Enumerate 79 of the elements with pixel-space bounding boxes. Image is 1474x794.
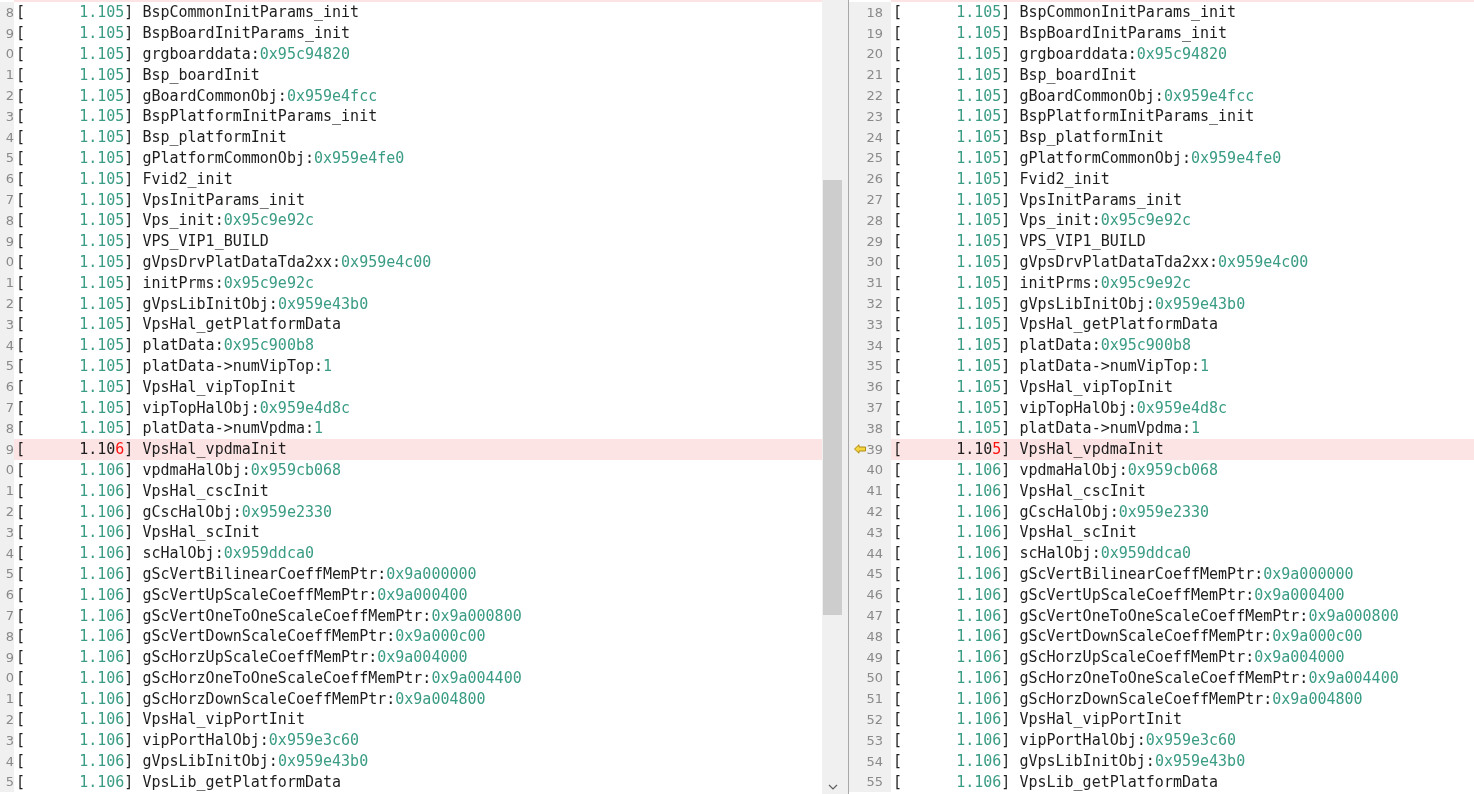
line-number: 52	[866, 712, 883, 727]
line-number: 2	[5, 296, 14, 312]
line-number: 55	[866, 774, 883, 790]
line-number: 44	[866, 545, 883, 561]
line-number: 8	[5, 628, 14, 644]
line-number: 31	[866, 275, 883, 291]
line-number: 35	[866, 358, 883, 374]
line-number: 49	[866, 649, 883, 665]
line-number: 45	[866, 566, 883, 582]
line-number: 9	[5, 441, 14, 457]
line-number: 6	[5, 379, 14, 395]
line-number: 1	[5, 67, 14, 83]
line-number: 22	[866, 88, 883, 104]
line-number: 39	[866, 441, 883, 457]
line-number: 5	[5, 566, 14, 582]
line-number: 3	[5, 316, 14, 332]
line-number: 37	[866, 400, 883, 416]
line-number: 38	[866, 420, 883, 436]
line-number: 50	[866, 670, 883, 686]
line-number: 29	[866, 233, 883, 249]
line-number: 1	[5, 483, 14, 499]
line-number: 6	[5, 587, 14, 603]
line-number: 42	[866, 504, 883, 519]
line-number: 5	[5, 150, 14, 166]
line-number: 28	[866, 212, 883, 228]
line-number: 34	[866, 337, 883, 353]
line-number: 25	[866, 150, 883, 166]
line-number: 5	[5, 358, 14, 374]
line-number: 27	[866, 192, 883, 208]
line-number: 9	[5, 25, 14, 41]
vertical-scrollbar[interactable]	[822, 0, 843, 794]
line-number: 23	[866, 108, 883, 124]
line-number: 0	[5, 462, 14, 478]
line-number: 8	[5, 420, 14, 436]
line-number: 9	[5, 233, 14, 249]
line-number: 9	[5, 649, 14, 665]
line-number: 0	[5, 670, 14, 686]
line-number: 2	[5, 504, 14, 519]
line-number: 0	[5, 46, 14, 62]
line-number: 33	[866, 316, 883, 332]
line-number: 20	[866, 46, 883, 62]
line-number: 26	[866, 171, 883, 187]
line-number: 47	[866, 608, 883, 623]
line-number: 30	[866, 254, 883, 270]
line-number: 1	[5, 275, 14, 291]
line-number: 8	[5, 4, 14, 20]
line-number: 4	[5, 129, 14, 145]
line-number: 43	[866, 524, 883, 540]
line-number: 46	[866, 587, 883, 603]
line-number: 53	[866, 732, 883, 748]
line-number: 48	[866, 628, 883, 644]
line-number: 32	[866, 296, 883, 312]
line-number: 40	[866, 462, 883, 478]
line-number: 41	[866, 483, 883, 499]
line-number: 7	[5, 608, 14, 623]
line-number: 4	[5, 545, 14, 561]
line-number: 5	[5, 774, 14, 790]
line-number: 3	[5, 732, 14, 748]
scrollbar-thumb[interactable]	[823, 180, 842, 615]
chevron-down-icon[interactable]	[827, 784, 838, 790]
line-number: 3	[5, 524, 14, 540]
line-number: 54	[866, 753, 883, 769]
line-number: 3	[5, 108, 14, 124]
line-number: 4	[5, 753, 14, 769]
line-number: 18	[866, 4, 883, 20]
line-number: 51	[866, 691, 883, 707]
line-number: 1	[5, 691, 14, 707]
line-number: 7	[5, 192, 14, 208]
line-number: 8	[5, 212, 14, 228]
line-number: 19	[866, 25, 883, 41]
line-number: 0	[5, 254, 14, 270]
line-number: 4	[5, 337, 14, 353]
line-number: 2	[5, 88, 14, 104]
line-number: 36	[866, 379, 883, 395]
line-number: 2	[5, 712, 14, 727]
line-number: 21	[866, 67, 883, 83]
line-number: 7	[5, 400, 14, 416]
line-number: 6	[5, 171, 14, 187]
line-number: 24	[866, 129, 883, 145]
